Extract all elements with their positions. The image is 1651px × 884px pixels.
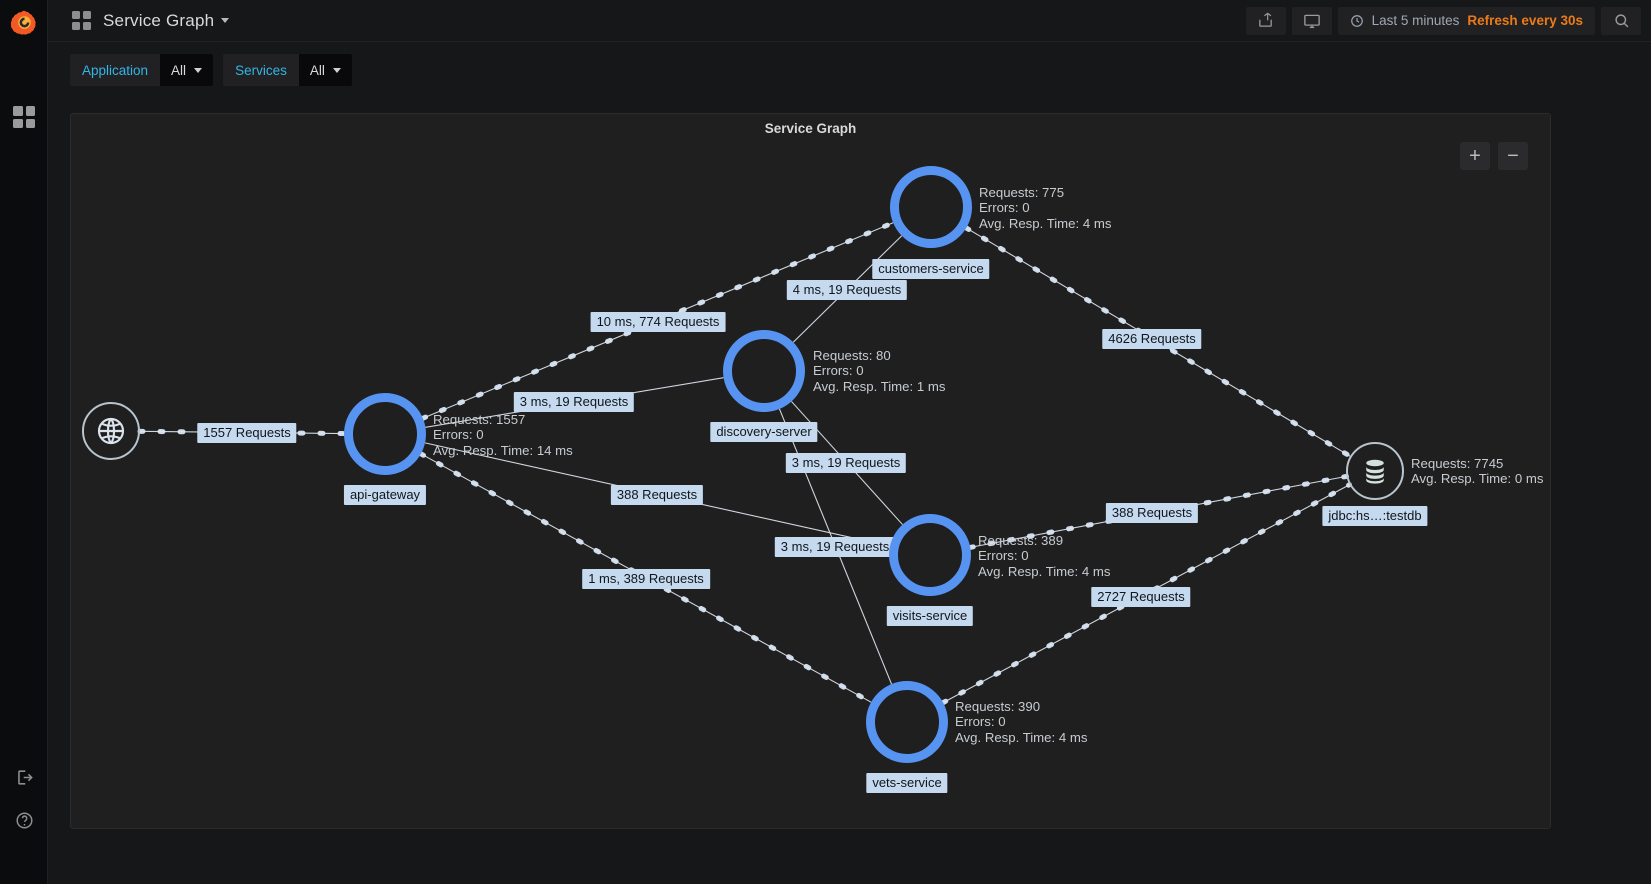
edge-label[interactable]: 388 Requests <box>1105 503 1199 523</box>
node-label-database[interactable]: jdbc:hs…:testdb <box>1322 506 1428 526</box>
node-stat-resp: Avg. Resp. Time: 0 ms <box>1411 471 1544 487</box>
node-stats-api-gateway: Requests: 1557 Errors: 0 Avg. Resp. Time: … <box>433 412 573 458</box>
variable-application-label: Application <box>70 54 161 86</box>
node-label-customers-service[interactable]: customers-service <box>872 259 990 279</box>
service-node-ring <box>866 681 948 763</box>
graph-node-visits-service[interactable] <box>889 514 971 596</box>
node-stat-errors: Errors: 0 <box>813 363 864 379</box>
node-stats-customers-service: Requests: 775 Errors: 0 Avg. Resp. Time: 4… <box>979 185 1111 231</box>
database-node-circle <box>1346 442 1404 500</box>
sidebar-item-sign-in[interactable] <box>0 755 48 799</box>
node-stat-requests: Requests: 390 <box>955 699 1041 714</box>
edge-label[interactable]: 3 ms, 19 Requests <box>513 392 635 412</box>
globe-icon <box>97 417 125 445</box>
database-icon <box>1366 459 1384 484</box>
graph-node-internet[interactable] <box>82 402 140 460</box>
edge-label[interactable]: 4 ms, 19 Requests <box>786 280 908 300</box>
dashboard-title-text: Service Graph <box>103 10 215 30</box>
graph-canvas[interactable]: 1557 Requests 10 ms, 774 Requests 3 ms, 19… <box>71 114 1550 828</box>
node-stat-resp: Avg. Resp. Time: 4 ms <box>978 563 1111 579</box>
variable-application-value: All <box>171 62 187 78</box>
node-stat-errors: Errors: 0 <box>978 548 1029 564</box>
variable-services-value: All <box>309 62 325 78</box>
share-icon <box>1259 12 1272 27</box>
dashboard-grid-icon <box>72 11 91 30</box>
service-graph-panel: Service Graph + − 1557 Requests 10 ms, 77… <box>70 113 1551 829</box>
node-stat-requests: Requests: 7745 <box>1411 456 1504 471</box>
search-icon <box>1614 14 1628 28</box>
graph-node-customers-service[interactable] <box>890 166 972 248</box>
node-stats-discovery-server: Requests: 80 Errors: 0 Avg. Resp. Time: 1 … <box>813 348 945 394</box>
tv-mode-button[interactable] <box>1291 6 1332 35</box>
globe-node-circle <box>82 402 140 460</box>
variable-services-select[interactable]: All <box>298 54 352 86</box>
node-stat-errors: Errors: 0 <box>955 714 1006 730</box>
page-title[interactable]: Service Graph <box>103 10 230 31</box>
tv-monitor-icon <box>1303 14 1320 28</box>
node-stat-requests: Requests: 1557 <box>433 412 526 427</box>
time-range-label: Last 5 minutes <box>1371 13 1460 28</box>
node-stats-database: Requests: 7745 Avg. Resp. Time: 0 ms <box>1411 456 1543 487</box>
service-node-ring <box>723 330 805 412</box>
service-node-ring <box>344 393 426 475</box>
node-stat-requests: Requests: 775 <box>979 185 1065 200</box>
grafana-logo-icon[interactable] <box>0 0 48 44</box>
dashboards-grid-icon <box>13 106 35 128</box>
graph-node-discovery-server[interactable] <box>723 330 805 412</box>
time-range-picker[interactable]: Last 5 minutes Refresh every 30s <box>1337 6 1595 35</box>
graph-node-vets-service[interactable] <box>866 681 948 763</box>
edge-label[interactable]: 3 ms, 19 Requests <box>774 537 896 557</box>
variable-application: Application All <box>70 54 214 86</box>
node-stat-resp: Avg. Resp. Time: 1 ms <box>813 378 946 394</box>
edge-label[interactable]: 2727 Requests <box>1091 587 1191 607</box>
chevron-down-icon <box>221 17 230 23</box>
clock-icon <box>1350 14 1363 27</box>
edge-label[interactable]: 1 ms, 389 Requests <box>582 569 710 589</box>
node-label-api-gateway[interactable]: api-gateway <box>343 485 427 505</box>
share-button[interactable] <box>1245 6 1286 35</box>
refresh-interval-label: Refresh every 30s <box>1467 13 1583 28</box>
node-stat-errors: Errors: 0 <box>979 200 1030 216</box>
service-node-ring <box>890 166 972 248</box>
sidebar-item-dashboards[interactable] <box>0 95 48 139</box>
node-stat-resp: Avg. Resp. Time: 4 ms <box>979 215 1112 231</box>
graph-node-database[interactable] <box>1346 442 1404 500</box>
sign-in-icon <box>17 769 33 785</box>
variable-application-select[interactable]: All <box>160 54 214 86</box>
node-stats-visits-service: Requests: 389 Errors: 0 Avg. Resp. Time: 4… <box>978 533 1110 579</box>
node-stat-resp: Avg. Resp. Time: 4 ms <box>955 729 1088 745</box>
node-stat-requests: Requests: 80 <box>813 348 891 363</box>
chevron-down-icon <box>332 67 341 73</box>
variable-services-label: Services <box>223 54 299 86</box>
node-label-visits-service[interactable]: visits-service <box>886 606 974 626</box>
sidebar <box>0 0 48 884</box>
node-label-vets-service[interactable]: vets-service <box>866 773 948 793</box>
node-label-discovery-server[interactable]: discovery-server <box>710 422 818 442</box>
graph-node-api-gateway[interactable] <box>344 393 426 475</box>
service-node-ring <box>889 514 971 596</box>
node-stat-resp: Avg. Resp. Time: 14 ms <box>433 442 573 458</box>
help-question-icon <box>15 811 33 829</box>
node-stats-vets-service: Requests: 390 Errors: 0 Avg. Resp. Time: 4… <box>955 699 1087 745</box>
edge-label[interactable]: 388 Requests <box>610 485 704 505</box>
edge-label[interactable]: 3 ms, 19 Requests <box>785 453 907 473</box>
navbar-actions: Last 5 minutes Refresh every 30s <box>1245 6 1651 35</box>
node-stat-requests: Requests: 389 <box>978 533 1064 548</box>
template-variables-row: Application All Services All <box>48 42 1651 98</box>
sidebar-item-help[interactable] <box>0 798 48 842</box>
edge-label[interactable]: 10 ms, 774 Requests <box>590 312 726 332</box>
top-navbar: Service Graph Last 5 minutes Refresh eve… <box>48 0 1651 42</box>
node-stat-errors: Errors: 0 <box>433 427 484 443</box>
chevron-down-icon <box>194 67 203 73</box>
edge-label[interactable]: 4626 Requests <box>1102 329 1202 349</box>
variable-services: Services All <box>223 54 352 86</box>
edge-label[interactable]: 1557 Requests <box>197 423 297 443</box>
search-button[interactable] <box>1601 6 1641 35</box>
